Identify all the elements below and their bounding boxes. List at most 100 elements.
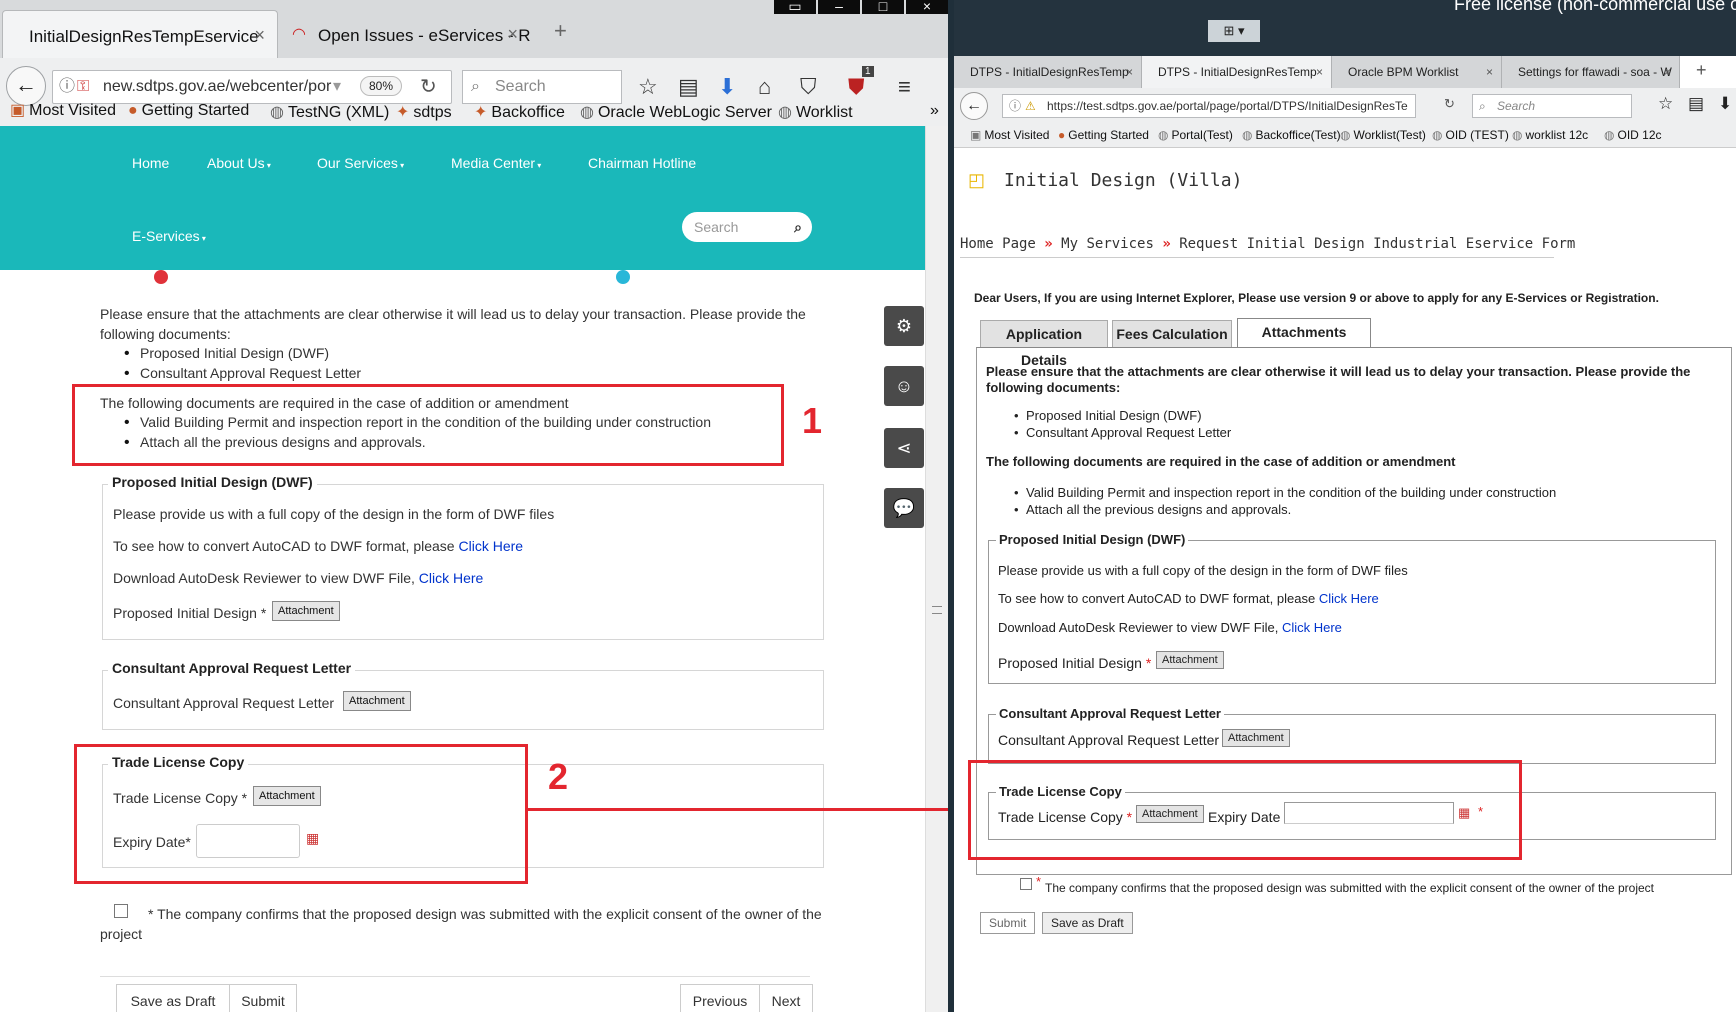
tab-attachments[interactable]: Attachments [1237, 318, 1371, 348]
share-icon[interactable]: ⋖ [884, 428, 924, 468]
tab-application-details[interactable]: Application Details [980, 320, 1108, 368]
close-tab-icon[interactable]: × [1316, 56, 1323, 88]
dwf-attachment-button[interactable]: Attachment [1156, 651, 1224, 669]
right-browser-window: Free license (non-commercial use o ⊞ ▾ D… [954, 0, 1736, 1012]
bookmark-getting-started[interactable]: ● Getting Started [128, 102, 249, 120]
bookmark-most-visited[interactable]: ▣ Most Visited [10, 100, 116, 120]
right-tab-2[interactable]: DTPS - InitialDesignResTemp × [1142, 56, 1332, 88]
reload-icon[interactable]: ↻ [1444, 96, 1455, 112]
bookmark-sdtps[interactable]: ✦ sdtps [396, 102, 452, 122]
right-tab-3[interactable]: Oracle BPM Worklist × [1332, 56, 1502, 88]
tab-fees-calculation[interactable]: Fees Calculation [1112, 320, 1232, 348]
url-dropdown-icon[interactable]: ▾ [333, 71, 341, 103]
bookmark-oid-test[interactable]: ◍ OID (TEST) [1432, 128, 1509, 142]
menu-icon[interactable]: ≡ [898, 74, 911, 100]
ublock-icon[interactable]: ⛊ 1 [848, 66, 874, 100]
bookmark-most-visited[interactable]: ▣ Most Visited [970, 128, 1049, 142]
maximize-icon[interactable]: □ [862, 0, 904, 14]
tab-open-issues[interactable]: ◠ Open Issues - eServices - Red × [282, 10, 530, 58]
next-button[interactable]: Next [759, 984, 813, 1012]
reading-list-icon[interactable]: ▤ [678, 74, 699, 100]
menu-e-services[interactable]: E-Services ▾ [132, 228, 206, 244]
close-tab-icon[interactable]: × [507, 24, 518, 45]
bookmark-label: Getting Started [1068, 128, 1149, 142]
annotation-box-right [968, 760, 1522, 860]
reviewer-click-here-link[interactable]: Click Here [1282, 620, 1342, 635]
menu-about-us[interactable]: About Us ▾ [207, 155, 271, 171]
url-bar[interactable]: ⓘ ⚠ https://test.sdtps.gov.ae/portal/pag… [1002, 94, 1416, 118]
chat-icon[interactable]: 💬 [884, 488, 924, 528]
save-draft-button[interactable]: Save as Draft [1042, 912, 1133, 934]
new-tab-button[interactable]: + [554, 18, 567, 44]
consultant-attachment-button[interactable]: Attachment [1222, 729, 1290, 747]
close-tab-icon[interactable]: × [1126, 56, 1133, 88]
browser-search-input[interactable]: ⌕ Search [1472, 94, 1632, 118]
tab-title: DTPS - InitialDesignResTemp [1158, 65, 1317, 79]
previous-button[interactable]: Previous [680, 984, 760, 1012]
reading-list-icon[interactable]: ▤ [1688, 94, 1704, 114]
globe-icon: ◍ [270, 104, 284, 121]
bookmark-portal-test[interactable]: ◍ Portal(Test) [1158, 128, 1233, 142]
bookmark-weblogic[interactable]: ◍ Oracle WebLogic Server [580, 102, 772, 122]
submit-button[interactable]: Submit [229, 984, 297, 1012]
minimize-icon[interactable]: – [818, 0, 860, 14]
bookmark-worklist-12c[interactable]: ◍ worklist 12c [1512, 128, 1588, 142]
close-tab-icon[interactable]: × [1664, 56, 1671, 88]
right-tab-1[interactable]: DTPS - InitialDesignResTemp × [954, 56, 1142, 88]
bookmark-getting-started[interactable]: ● Getting Started [1058, 128, 1149, 142]
pocket-icon[interactable]: ⛉ [800, 74, 817, 100]
required-doc-item: Consultant Approval Request Letter [124, 365, 361, 383]
close-window-icon[interactable]: × [906, 0, 948, 14]
convert-click-here-link[interactable]: Click Here [458, 538, 523, 554]
close-tab-icon[interactable]: × [1486, 56, 1493, 88]
convert-click-here-link[interactable]: Click Here [1319, 591, 1379, 606]
close-tab-icon[interactable]: × [254, 25, 265, 46]
dwf-legend: Proposed Initial Design (DWF) [996, 532, 1189, 547]
save-draft-button[interactable]: Save as Draft [116, 984, 230, 1012]
consultant-legend: Consultant Approval Request Letter [996, 706, 1224, 721]
bookmark-testng[interactable]: ◍ TestNG (XML) [270, 102, 389, 122]
reviewer-click-here-link[interactable]: Click Here [419, 570, 484, 586]
bookmark-oid-12c[interactable]: ◍ OID 12c [1604, 128, 1662, 142]
feedback-smile-icon[interactable]: ☺ [884, 366, 924, 406]
bookmark-worklist[interactable]: ◍ Worklist [778, 102, 853, 122]
menu-home[interactable]: Home [132, 155, 169, 171]
menu-our-services[interactable]: Our Services ▾ [317, 155, 404, 171]
page-scrollbar[interactable] [925, 126, 948, 1012]
bookmark-label: sdtps [413, 104, 452, 121]
globe-icon: ◍ [1158, 128, 1169, 142]
bookmark-worklist-test[interactable]: ◍ Worklist(Test) [1340, 128, 1426, 142]
breadcrumb-my-services[interactable]: My Services [1061, 236, 1154, 252]
consultant-attachment-button[interactable]: Attachment [343, 691, 411, 711]
zoom-indicator[interactable]: 80% [360, 76, 402, 96]
right-tab-4[interactable]: Settings for ffawadi - soa - W × [1502, 56, 1680, 88]
breadcrumb-home[interactable]: Home Page [960, 236, 1036, 252]
bookmark-backoffice-test[interactable]: ◍ Backoffice(Test) [1242, 128, 1341, 142]
settings-gear-icon[interactable]: ⚙ [884, 306, 924, 346]
annotation-label-1: 1 [802, 400, 823, 441]
menu-chairman-hotline[interactable]: Chairman Hotline [588, 155, 696, 171]
home-icon[interactable]: ⌂ [758, 74, 771, 100]
dwf-attachment-button[interactable]: Attachment [272, 601, 340, 621]
required-doc-item: Proposed Initial Design (DWF) [124, 345, 329, 363]
reload-icon[interactable]: ↻ [420, 74, 437, 99]
bookmarks-overflow-icon[interactable]: » [930, 102, 939, 120]
screen-tool-icon[interactable]: ⊞ ▾ [1208, 20, 1260, 42]
site-search-input[interactable]: Search ⌕ [682, 212, 812, 242]
insecure-lock-icon: ⚿ [77, 78, 90, 95]
browser-search-input[interactable]: ⌕ Search [462, 70, 622, 104]
new-tab-button[interactable]: + [1696, 60, 1707, 81]
submit-button[interactable]: Submit [980, 912, 1036, 934]
downloads-icon[interactable]: ⬇ [1718, 94, 1732, 114]
back-button[interactable]: ← [960, 92, 988, 120]
downloads-icon[interactable]: ⬇ [718, 74, 736, 100]
bookmark-star-icon[interactable]: ☆ [638, 74, 658, 100]
tab-initial-design[interactable]: InitialDesignResTempEservice × [2, 10, 278, 58]
menu-media-center[interactable]: Media Center ▾ [451, 155, 541, 171]
bookmark-label: Most Visited [984, 128, 1050, 142]
scroll-grip[interactable] [932, 606, 942, 614]
restore-icon[interactable]: ▭ [774, 0, 816, 14]
bookmark-backoffice[interactable]: ✦ Backoffice [474, 102, 565, 122]
bookmark-star-icon[interactable]: ☆ [1658, 94, 1673, 114]
consent-checkbox[interactable] [1020, 878, 1032, 890]
